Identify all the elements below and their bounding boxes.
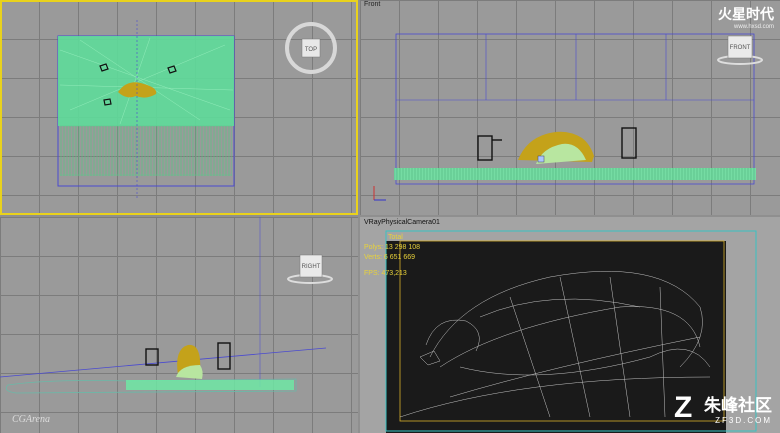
navcube-front-icon[interactable]: FRONT (716, 30, 764, 70)
camera-viewport[interactable]: VRayPhysicalCamera01 Total Polys: 13 298… (360, 217, 780, 433)
polys-value: 13 298 108 (385, 244, 421, 251)
zf3d-url-text: ZF3D.COM (715, 416, 772, 425)
verts-label: Verts: (364, 254, 382, 261)
fps-label: FPS: (364, 270, 380, 277)
hxsd-brand-text: 火星时代 (718, 6, 774, 22)
zf3d-watermark: Z 朱峰社区 ZF3D.COM (674, 391, 772, 425)
hxsd-url-text: www.hxsd.com (733, 24, 774, 30)
top-viewport[interactable]: TOP (0, 0, 358, 215)
camera-viewport-label[interactable]: VRayPhysicalCamera01 (364, 219, 440, 226)
front-viewport[interactable]: Front FRONT 火星时代 www.hxsd.com (360, 0, 780, 215)
zf3d-logo-icon: Z (674, 391, 693, 424)
polys-label: Polys: (364, 244, 384, 251)
right-viewport[interactable]: RIGHT CGArena (0, 217, 358, 433)
navcube-top-icon[interactable]: TOP (283, 20, 339, 76)
hxsd-logo: 火星时代 www.hxsd.com (718, 4, 774, 30)
viewport-statistics: Total Polys: 13 298 108 Verts: 6 651 669… (364, 233, 420, 279)
verts-value: 6 651 669 (383, 254, 416, 261)
cgarena-watermark: CGArena (12, 414, 50, 425)
navcube-right-label: RIGHT (302, 264, 321, 270)
navcube-top-label: TOP (305, 47, 317, 53)
navcube-front-label: FRONT (730, 45, 751, 51)
fps-value: 473,213 (381, 270, 407, 277)
zf3d-brand-text: 朱峰社区 (704, 396, 772, 415)
navcube-right-icon[interactable]: RIGHT (286, 249, 334, 289)
stats-header: Total (388, 234, 403, 241)
